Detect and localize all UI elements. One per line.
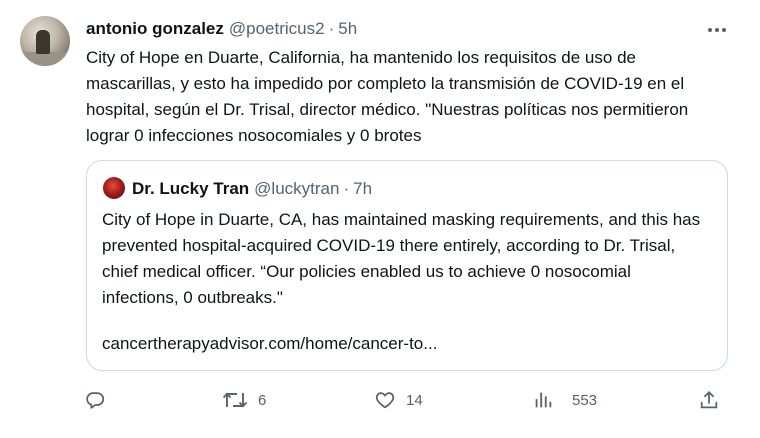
quote-author-name[interactable]: Dr. Lucky Tran [132, 179, 249, 199]
quote-author-handle[interactable]: @luckytran [254, 179, 339, 199]
like-count: 14 [406, 391, 423, 409]
author-avatar[interactable] [20, 16, 70, 66]
header-separator: · [328, 19, 335, 38]
retweet-button[interactable]: 6 [222, 384, 266, 416]
action-bar: 6 14 553 [76, 384, 736, 416]
author-name[interactable]: antonio gonzalez [86, 19, 224, 39]
tweet-header: antonio gonzalez @poetricus2 · 5h [86, 17, 357, 41]
views-count: 553 [572, 391, 598, 409]
retweet-count: 6 [258, 391, 267, 409]
quote-author-avatar[interactable] [103, 177, 125, 199]
quote-header: Dr. Lucky Tran @luckytran · 7h [132, 177, 372, 201]
share-button[interactable] [698, 384, 720, 416]
views-button[interactable]: 553 [532, 384, 597, 416]
quoted-tweet[interactable]: Dr. Lucky Tran @luckytran · 7h City of H… [86, 160, 728, 371]
quote-timestamp[interactable]: 7h [353, 179, 372, 199]
share-upload-icon [698, 389, 720, 411]
reply-bubble-icon [84, 389, 106, 411]
tweet-timestamp[interactable]: 5h [338, 19, 357, 39]
heart-icon [374, 389, 396, 411]
quote-text: City of Hope in Duarte, CA, has maintain… [102, 210, 701, 307]
tweet-text: City of Hope en Duarte, California, ha m… [86, 48, 689, 145]
tweet[interactable]: antonio gonzalez @poetricus2 · 5h City o… [0, 0, 760, 438]
quote-link[interactable]: cancertherapyadvisor.com/home/cancer-to.… [102, 331, 437, 357]
reply-button[interactable] [84, 384, 116, 416]
bar-chart-icon [532, 389, 554, 411]
avatar-figure [36, 30, 50, 54]
quote-header-separator: · [343, 179, 350, 198]
more-button[interactable] [700, 18, 734, 42]
like-button[interactable]: 14 [374, 384, 423, 416]
author-handle[interactable]: @poetricus2 [229, 19, 325, 39]
retweet-arrows-icon [222, 389, 248, 411]
avatar-ground [20, 52, 70, 66]
more-dots-icon [707, 27, 727, 33]
